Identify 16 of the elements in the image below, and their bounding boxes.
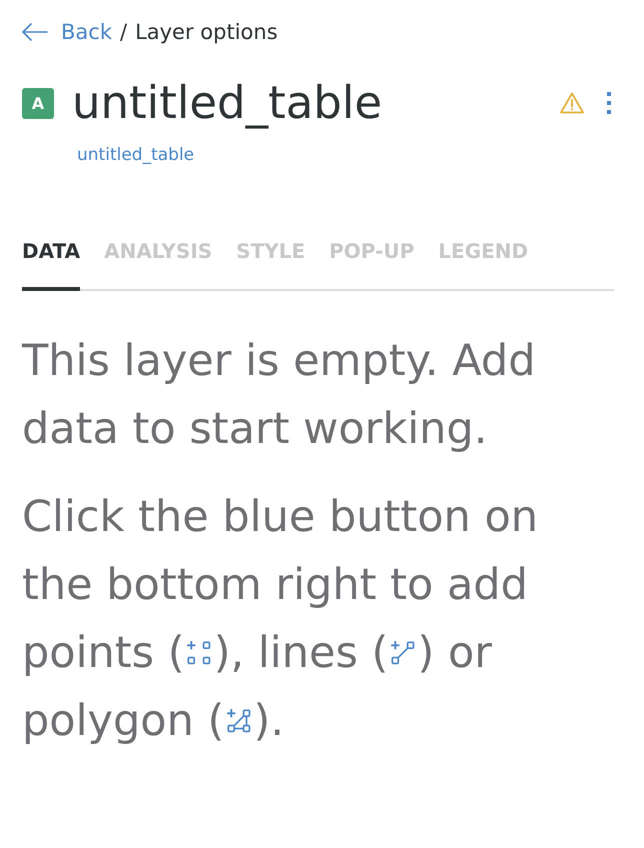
layer-title: untitled_table [72,75,382,131]
source-table-link[interactable]: untitled_table [77,145,194,165]
more-options-button[interactable] [604,90,614,116]
empty-layer-message: This layer is empty. Add data to start working. [22,335,537,456]
add-line-icon [390,640,416,666]
add-points-icon [186,640,212,666]
breadcrumb-separator: / [120,20,128,44]
arrow-left-icon [22,23,48,41]
warning-icon[interactable] [560,92,584,114]
add-data-instructions: Click the blue button on the bottom right to add points ( ), lines ( ) or polygon ( ). [22,491,540,748]
back-link[interactable]: Back [22,20,112,44]
tab[interactable]: DATA [22,239,80,291]
vertical-dots-icon [607,92,611,114]
breadcrumb-current: Layer options [135,20,278,44]
add-polygon-icon [226,708,252,734]
layer-letter-badge: A [22,88,54,118]
